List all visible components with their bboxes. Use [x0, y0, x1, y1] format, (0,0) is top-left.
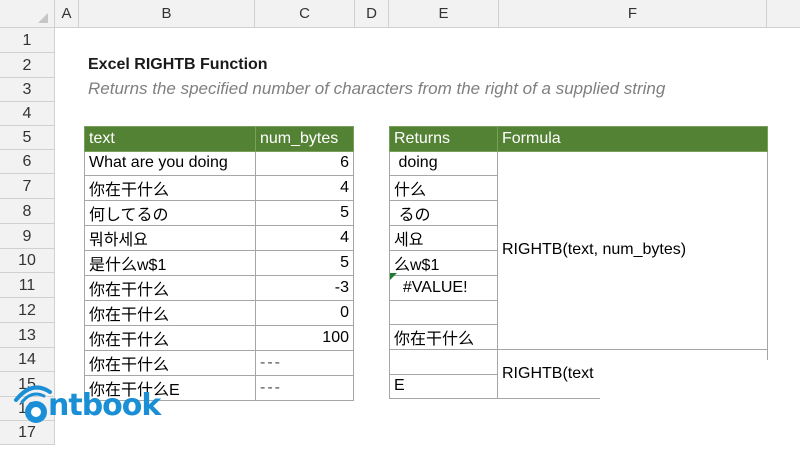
row-header-6[interactable]: 6 [0, 150, 55, 174]
header-returns[interactable]: Returns [389, 126, 498, 152]
column-header-b[interactable]: B [79, 0, 255, 28]
page-title: Excel RIGHTB Function [88, 56, 268, 73]
num-bytes-cell[interactable]: 4 [255, 175, 354, 201]
num-bytes-cell[interactable]: --- [255, 350, 354, 376]
table-row: 뭐하세요 4 [84, 225, 354, 251]
header-num-bytes[interactable]: num_bytes [255, 126, 354, 152]
text-cell[interactable]: 你在干什么 [84, 175, 256, 201]
spreadsheet: A B C D E F 1 2 3 4 5 6 7 8 9 10 11 12 1… [0, 0, 800, 450]
row-header-12[interactable]: 12 [0, 298, 55, 323]
header-formula[interactable]: Formula [497, 126, 768, 152]
column-header-e[interactable]: E [389, 0, 499, 28]
row-header-9[interactable]: 9 [0, 224, 55, 249]
formula-cell[interactable]: RIGHTB(text, num_bytes) [497, 150, 768, 350]
table-row: 是什么w$1 5 [84, 250, 354, 276]
row-header-10[interactable]: 10 [0, 249, 55, 273]
text-cell[interactable]: 是什么w$1 [84, 250, 256, 276]
row-header-2[interactable]: 2 [0, 53, 55, 78]
error-indicator-icon[interactable] [390, 273, 397, 280]
num-bytes-cell[interactable]: 5 [255, 200, 354, 226]
row-header-13[interactable]: 13 [0, 323, 55, 348]
num-bytes-cell[interactable]: 0 [255, 300, 354, 326]
returns-cell[interactable] [389, 299, 498, 325]
select-all-icon [38, 13, 48, 23]
page-subtitle: Returns the specified number of characte… [88, 79, 666, 98]
returns-cell[interactable]: E [389, 373, 498, 399]
table-row: 你在干什么 -3 [84, 275, 354, 301]
row-header-4[interactable]: 4 [0, 102, 55, 126]
table-row: 何してるの 5 [84, 200, 354, 226]
column-header-a[interactable]: A [55, 0, 79, 28]
text-cell[interactable]: 你在干什么 [84, 300, 256, 326]
num-bytes-cell[interactable]: 5 [255, 250, 354, 276]
returns-cell[interactable]: 你在干什么 [389, 324, 498, 350]
text-cell[interactable]: 뭐하세요 [84, 225, 256, 251]
column-header-g[interactable] [767, 0, 800, 28]
results-table: Returns Formula doing RIGHTB(text, num_b… [389, 126, 768, 399]
row-header-5[interactable]: 5 [0, 126, 55, 150]
returns-cell[interactable]: るの [389, 200, 498, 226]
returns-cell[interactable]: 세요 [389, 225, 498, 251]
text-cell[interactable]: 你在干什么 [84, 275, 256, 301]
row-header-3[interactable]: 3 [0, 78, 55, 102]
row-header-7[interactable]: 7 [0, 174, 55, 199]
table-row: doing RIGHTB(text, num_bytes) [389, 150, 768, 350]
returns-cell[interactable]: 什么 [389, 175, 498, 201]
table-row: 你在干什么 100 [84, 325, 354, 351]
num-bytes-cell[interactable]: --- [255, 375, 354, 401]
table-row: What are you doing 6 [84, 150, 354, 176]
table-row: 你在干什么 0 [84, 300, 354, 326]
ntbook-logo: ntbook [10, 378, 170, 428]
returns-cell-error[interactable]: #VALUE! [389, 275, 498, 301]
column-header-f[interactable]: F [499, 0, 767, 28]
num-bytes-cell[interactable]: -3 [255, 275, 354, 301]
row-header-11[interactable]: 11 [0, 273, 55, 298]
table-row: 你在干什么 --- [84, 350, 354, 376]
text-cell[interactable]: 你在干什么 [84, 325, 256, 351]
text-cell[interactable]: What are you doing [84, 150, 256, 176]
returns-cell[interactable]: 么w$1 [389, 250, 498, 276]
blank-overlay [600, 360, 800, 450]
column-header-c[interactable]: C [255, 0, 355, 28]
num-bytes-cell[interactable]: 4 [255, 225, 354, 251]
num-bytes-cell[interactable]: 100 [255, 325, 354, 351]
table-row: 你在干什么 4 [84, 175, 354, 201]
row-header-1[interactable]: 1 [0, 28, 55, 53]
header-text[interactable]: text [84, 126, 256, 152]
column-header-d[interactable]: D [355, 0, 389, 28]
select-all-corner[interactable] [0, 0, 55, 28]
logo-text: ntbook [48, 388, 161, 423]
returns-cell[interactable] [389, 349, 498, 375]
input-table: text num_bytes What are you doing 6 你在干什… [84, 126, 354, 401]
row-header-8[interactable]: 8 [0, 199, 55, 224]
text-cell[interactable]: 何してるの [84, 200, 256, 226]
returns-cell[interactable]: doing [389, 150, 498, 176]
row-header-14[interactable]: 14 [0, 348, 55, 372]
num-bytes-cell[interactable]: 6 [255, 150, 354, 176]
text-cell[interactable]: 你在干什么 [84, 350, 256, 376]
